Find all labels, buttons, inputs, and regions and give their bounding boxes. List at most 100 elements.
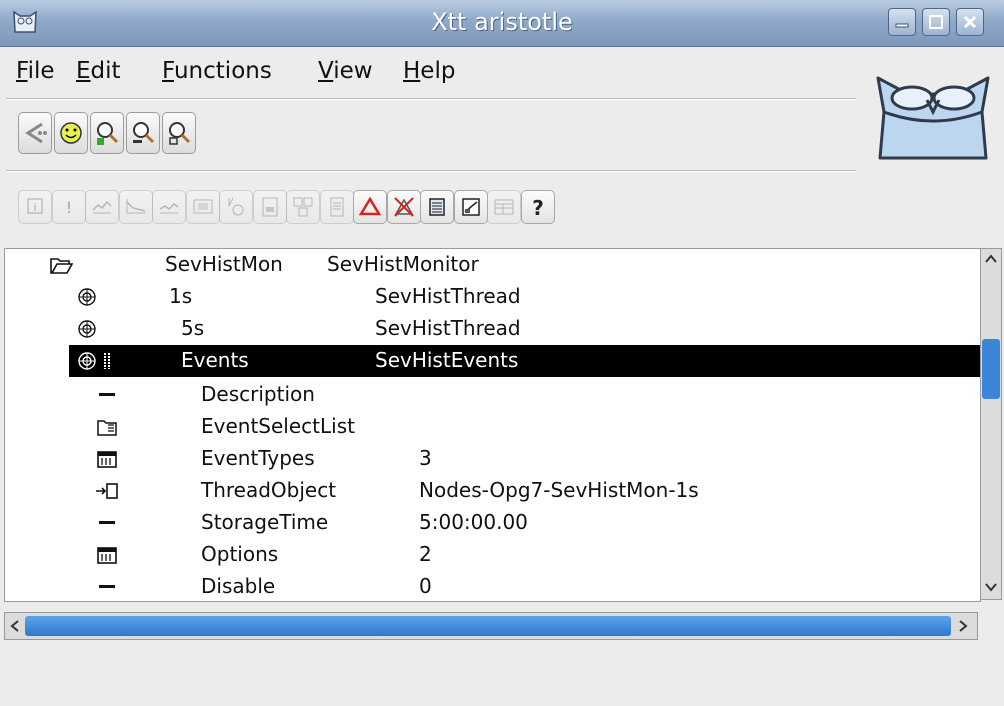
tree-row[interactable]: EventTypes 3 — [5, 443, 980, 475]
history-icon — [159, 203, 179, 214]
fast-curve-button[interactable] — [118, 190, 153, 224]
menu-edit[interactable]: Edit — [76, 58, 121, 84]
attr-ref-icon[interactable] — [95, 481, 119, 501]
attr-mask-icon[interactable] — [95, 449, 119, 469]
tree-row-class: SevHistThread — [375, 284, 521, 308]
vertical-scrollbar[interactable] — [980, 248, 1002, 600]
leaf-icon[interactable] — [75, 319, 99, 339]
history-button[interactable] — [152, 190, 186, 224]
tree-view[interactable]: SevHistMon SevHistMonitor 1s SevHistThread 5… — [4, 248, 981, 602]
tree-row[interactable]: SevHistMon SevHistMonitor — [5, 249, 980, 281]
chart-edit-button[interactable] — [453, 190, 488, 224]
attr-icon[interactable] — [95, 385, 119, 405]
info-icon: i — [27, 198, 43, 214]
attr-mask-icon[interactable] — [95, 545, 119, 565]
close-icon — [963, 15, 977, 29]
tree-row[interactable]: Options 2 — [5, 539, 980, 571]
scroll-left-icon[interactable] — [7, 618, 23, 634]
document-icon — [330, 197, 343, 217]
back-button[interactable] — [18, 112, 52, 154]
alarm-triangle-button[interactable] — [353, 190, 387, 224]
exclamation-icon: ! — [65, 198, 71, 217]
chart-edit-icon — [461, 198, 480, 216]
alarm-triangle-icon — [358, 196, 382, 216]
tree-row[interactable]: 1s SevHistThread — [5, 281, 980, 313]
close-button[interactable] — [956, 8, 984, 36]
graph-button[interactable] — [185, 190, 220, 224]
flow-icon — [228, 197, 244, 216]
owl-logo-icon — [876, 76, 990, 160]
tree-row[interactable]: Disable 0 — [5, 571, 980, 601]
title-bar[interactable]: Xtt aristotle — [0, 0, 1004, 47]
zoom-out-icon — [133, 122, 155, 144]
tree-row[interactable]: 5s SevHistThread — [5, 313, 980, 345]
plc-button[interactable] — [252, 190, 287, 224]
zoom-reset-icon — [169, 122, 191, 145]
tree-row-name: 5s — [181, 316, 205, 340]
tree-row-name: Options — [201, 542, 279, 566]
menu-file[interactable]: File — [16, 58, 55, 84]
menu-view[interactable]: View — [318, 58, 373, 84]
trend-button[interactable] — [85, 190, 119, 224]
tree-row-name: Events — [181, 348, 249, 372]
menu-bar: File Edit Functions View Help — [0, 48, 860, 98]
maximize-icon — [929, 15, 943, 29]
tree-row-name: 1s — [169, 284, 193, 308]
list-button[interactable] — [420, 190, 454, 224]
document-button[interactable] — [319, 190, 354, 224]
tree-row-name: ThreadObject — [201, 478, 337, 502]
tree-row-class: SevHistThread — [375, 316, 521, 340]
leaf-icon[interactable] — [75, 351, 99, 371]
scroll-right-icon[interactable] — [955, 618, 971, 634]
smiley-button[interactable] — [54, 112, 88, 154]
menu-functions[interactable]: Functions — [162, 58, 272, 84]
crossref-button[interactable] — [286, 190, 320, 224]
attr-list-icon[interactable] — [95, 417, 119, 437]
zoom-reset-button[interactable] — [162, 112, 196, 154]
tree-row-name: EventTypes — [201, 446, 315, 470]
maximize-button[interactable] — [922, 8, 950, 36]
graph-icon — [193, 199, 212, 214]
trend-icon — [92, 200, 112, 214]
zoom-out-button[interactable] — [126, 112, 160, 154]
tree-row-name: Description — [201, 382, 315, 406]
menu-help[interactable]: Help — [403, 58, 455, 84]
separator — [6, 170, 856, 172]
attributes-marker-icon — [104, 353, 110, 369]
zoom-in-icon — [97, 122, 119, 145]
list-icon — [429, 198, 445, 216]
tree-row[interactable]: Events SevHistEvents — [69, 345, 980, 377]
scroll-thumb[interactable] — [982, 339, 1000, 399]
svg-text:i: i — [33, 201, 36, 214]
leaf-icon[interactable] — [75, 287, 99, 307]
tree-row-value: Nodes-Opg7-SevHistMon-1s — [419, 478, 699, 502]
tree-row-name: SevHistMon — [165, 252, 283, 276]
tree-row-name: EventSelectList — [201, 414, 355, 438]
help-button[interactable]: ? — [520, 190, 555, 224]
block-alarm-button[interactable] — [386, 190, 421, 224]
attr-icon[interactable] — [95, 577, 119, 597]
scroll-thumb[interactable] — [25, 616, 951, 636]
minimize-icon — [895, 23, 909, 28]
fast-curve-icon — [125, 199, 145, 214]
tree-row-name: StorageTime — [201, 510, 329, 534]
zoom-in-button[interactable] — [90, 112, 124, 154]
tree-row[interactable]: Description — [5, 379, 980, 411]
folder-open-icon[interactable] — [49, 255, 73, 275]
exclamation-button[interactable]: ! — [51, 190, 86, 224]
minimize-button[interactable] — [888, 8, 916, 36]
scroll-down-icon[interactable] — [983, 579, 999, 595]
attr-icon[interactable] — [95, 513, 119, 533]
tree-row[interactable]: EventSelectList — [5, 411, 980, 443]
back-icon — [25, 122, 47, 144]
table-button[interactable] — [487, 190, 521, 224]
table-icon — [494, 199, 514, 215]
tree-row[interactable]: StorageTime 5:00:00.00 — [5, 507, 980, 539]
info-button[interactable]: i — [18, 190, 52, 224]
flow-button[interactable] — [219, 190, 253, 224]
scroll-up-icon[interactable] — [983, 251, 999, 267]
tree-row-value: 5:00:00.00 — [419, 510, 528, 534]
tree-row[interactable]: ThreadObject Nodes-Opg7-SevHistMon-1s — [5, 475, 980, 507]
horizontal-scrollbar[interactable] — [4, 612, 978, 640]
tree-row-value: 2 — [419, 542, 432, 566]
